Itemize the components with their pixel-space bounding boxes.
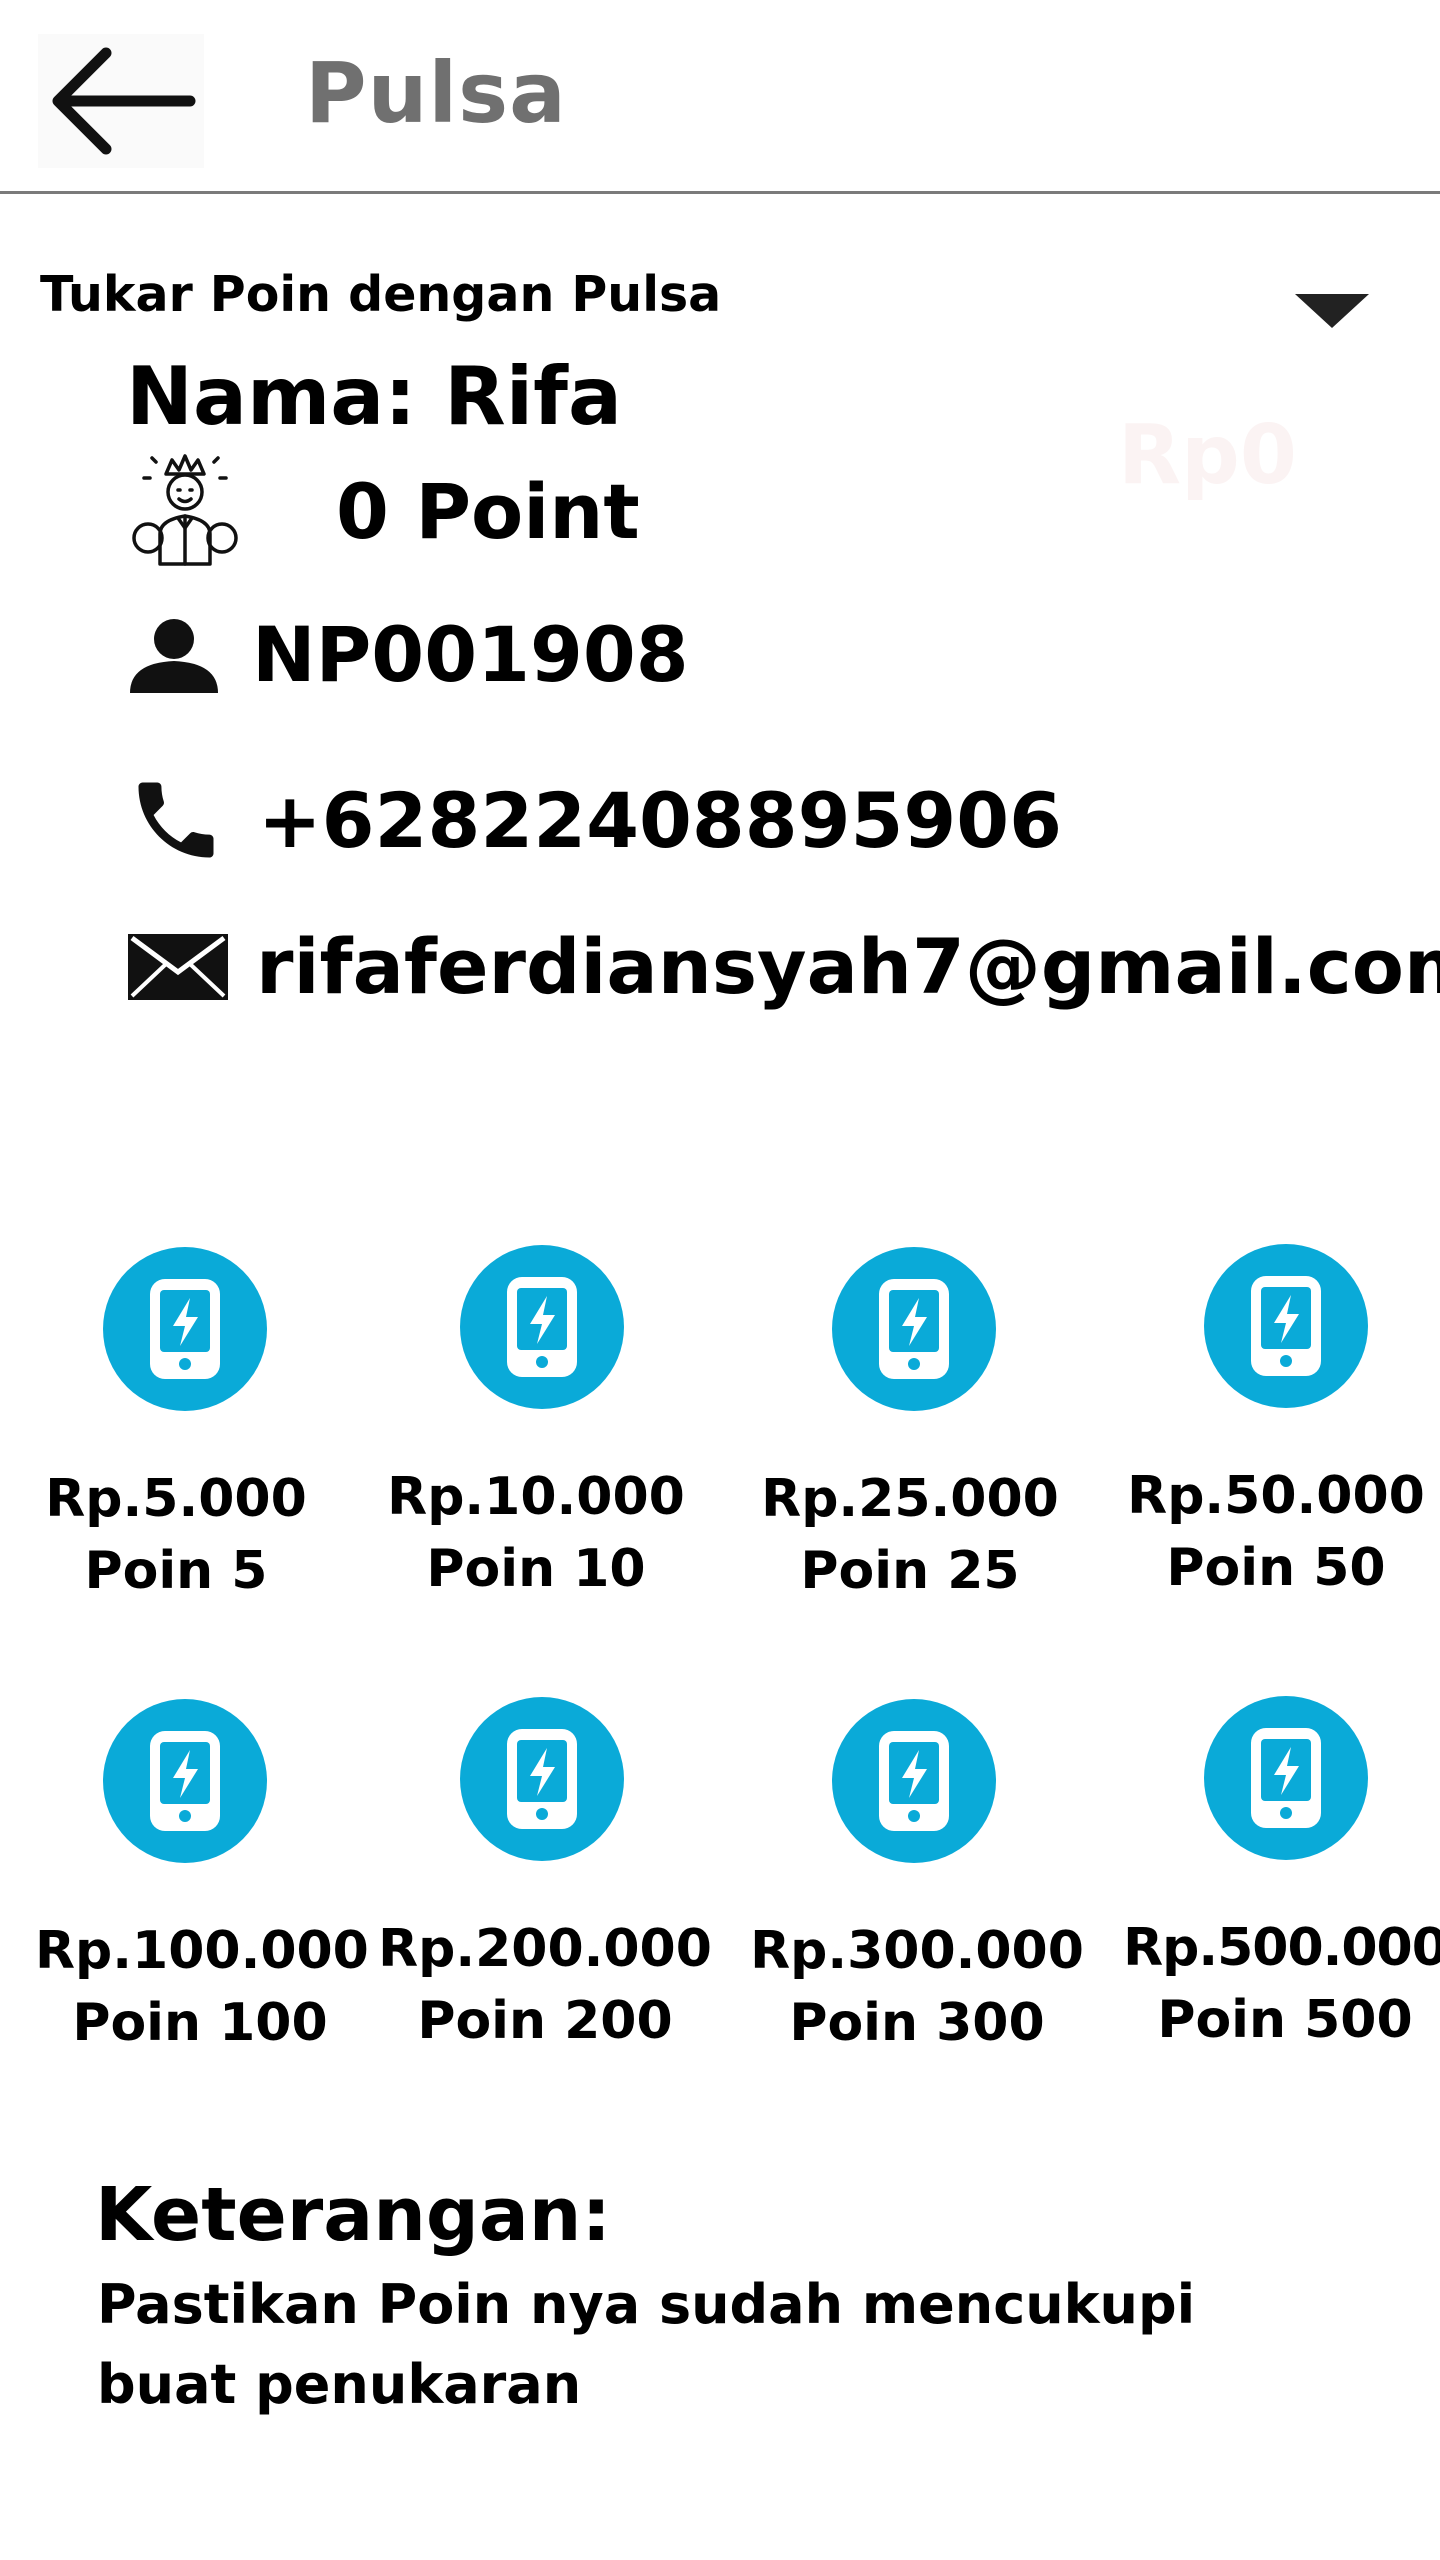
option-price: Rp.300.000 [750, 1921, 1084, 1981]
option-points: Poin 5 [84, 1541, 268, 1601]
option-price: Rp.200.000 [378, 1919, 712, 1979]
option-points: Poin 500 [1157, 1990, 1413, 2050]
balance-text: Rp0 [1118, 408, 1297, 503]
member-id-row: NP001908 [126, 610, 689, 699]
option-points: Poin 10 [426, 1539, 646, 1599]
pulsa-option[interactable]: Rp.100.000 Poin 100 [5, 1699, 369, 2053]
back-button[interactable] [38, 34, 204, 168]
member-id-value: NP001908 [252, 610, 689, 699]
email-value: rifaferdiansyah7@gmail.com [256, 922, 1440, 1011]
points-row: 0 Point [126, 452, 640, 570]
envelope-icon [128, 933, 228, 1000]
option-points: Poin 25 [800, 1541, 1020, 1601]
page-title: Pulsa [305, 44, 567, 142]
dropdown-arrow-icon[interactable] [1295, 294, 1369, 328]
pulsa-option[interactable]: Rp.25.000 Poin 25 [734, 1247, 1094, 1601]
phone-charge-icon [460, 1697, 624, 1861]
phone-charge-icon [103, 1247, 267, 1411]
phone-charge-icon [103, 1699, 267, 1863]
app-bar: Pulsa [0, 0, 1440, 194]
pulsa-option[interactable]: Rp.500.000 Poin 500 [1106, 1696, 1440, 2050]
king-icon [132, 454, 238, 566]
pulsa-option[interactable]: Rp.200.000 Poin 200 [362, 1697, 722, 2051]
phone-charge-icon [832, 1247, 996, 1411]
phone-icon [138, 782, 214, 858]
option-points: Poin 50 [1166, 1538, 1386, 1598]
phone-charge-icon [832, 1699, 996, 1863]
option-points: Poin 300 [789, 1993, 1045, 2053]
pulsa-option[interactable]: Rp.50.000 Poin 50 [1106, 1244, 1440, 1598]
pulsa-option[interactable]: Rp.10.000 Poin 10 [362, 1245, 722, 1599]
keterangan-text: Pastikan Poin nya sudah mencukupi buat p… [97, 2273, 1196, 2416]
phone-charge-icon [1204, 1696, 1368, 1860]
option-price: Rp.100.000 [35, 1921, 369, 1981]
pulsa-option[interactable]: Rp.5.000 Poin 5 [5, 1247, 365, 1601]
points-value: 0 Point [336, 466, 640, 556]
option-price: Rp.10.000 [387, 1467, 685, 1527]
option-price: Rp.500.000 [1123, 1918, 1440, 1978]
option-price: Rp.50.000 [1127, 1466, 1425, 1526]
phone-charge-icon [1204, 1244, 1368, 1408]
person-icon [130, 618, 218, 693]
option-price: Rp.25.000 [761, 1469, 1059, 1529]
keterangan-title: Keterangan: [95, 2172, 612, 2258]
option-points: Poin 200 [417, 1991, 673, 2051]
email-row: rifaferdiansyah7@gmail.com [126, 922, 1440, 1011]
phone-row: +62822408895906 [126, 770, 1062, 870]
section-label: Tukar Poin dengan Pulsa [40, 266, 722, 323]
arrow-left-icon [52, 47, 196, 155]
phone-value: +62822408895906 [258, 775, 1063, 865]
option-points: Poin 100 [72, 1993, 328, 2053]
phone-charge-icon [460, 1245, 624, 1409]
user-name: Nama: Rifa [126, 350, 622, 443]
pulsa-option[interactable]: Rp.300.000 Poin 300 [734, 1699, 1094, 2053]
option-price: Rp.5.000 [45, 1469, 307, 1529]
